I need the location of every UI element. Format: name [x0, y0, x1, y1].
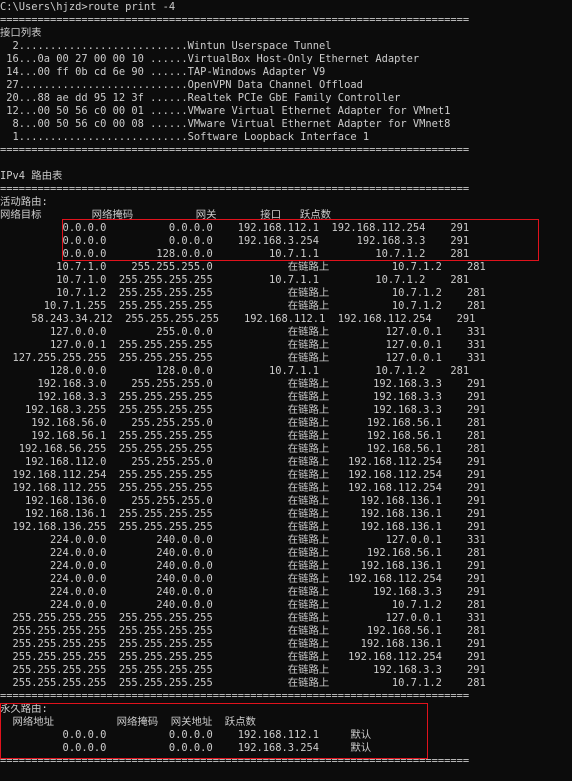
- active-routes-heading: 活动路由:: [0, 196, 48, 208]
- route-row: 192.168.3.3 255.255.255.255 在链路上 192.168…: [0, 391, 486, 403]
- route-row: 255.255.255.255 255.255.255.255 在链路上 192…: [0, 664, 486, 676]
- route-row: 127.0.0.0 255.0.0.0 在链路上 127.0.0.1 331: [0, 326, 486, 338]
- interface-entry: 27...........................OpenVPN Dat…: [0, 79, 363, 91]
- route-row: 192.168.3.255 255.255.255.255 在链路上 192.1…: [0, 404, 486, 416]
- route-row: 224.0.0.0 240.0.0.0 在链路上 192.168.56.1 28…: [0, 547, 486, 559]
- route-row: 0.0.0.0 128.0.0.0 10.7.1.1 10.7.1.2 281: [0, 248, 470, 260]
- interface-entry: 14...00 ff 0b cd 6e 90 ......TAP-Windows…: [0, 66, 326, 78]
- route-row: 255.255.255.255 255.255.255.255 在链路上 192…: [0, 651, 486, 663]
- route-row: 255.255.255.255 255.255.255.255 在链路上 192…: [0, 625, 486, 637]
- separator-line: ========================================…: [0, 183, 470, 195]
- route-row: 192.168.56.0 255.255.255.0 在链路上 192.168.…: [0, 417, 486, 429]
- route-row: 10.7.1.0 255.255.255.0 在链路上 10.7.1.2 281: [0, 261, 486, 273]
- route-row: 10.7.1.255 255.255.255.255 在链路上 10.7.1.2…: [0, 300, 486, 312]
- console-window[interactable]: C:\Users\hjzd>route print -4 ===========…: [0, 0, 572, 781]
- route-row: 127.0.0.1 255.255.255.255 在链路上 127.0.0.1…: [0, 339, 486, 351]
- interface-entry: 20...88 ae dd 95 12 3f ......Realtek PCI…: [0, 92, 401, 104]
- route-row: 255.255.255.255 255.255.255.255 在链路上 127…: [0, 612, 486, 624]
- route-row: 192.168.136.1 255.255.255.255 在链路上 192.1…: [0, 508, 486, 520]
- route-row: 192.168.112.255 255.255.255.255 在链路上 192…: [0, 482, 486, 494]
- interface-entry: 2...........................Wintun Users…: [0, 40, 332, 52]
- route-row: 10.7.1.0 255.255.255.255 10.7.1.1 10.7.1…: [0, 274, 470, 286]
- route-row: 58.243.34.212 255.255.255.255 192.168.11…: [0, 313, 476, 325]
- route-row: 128.0.0.0 128.0.0.0 10.7.1.1 10.7.1.2 28…: [0, 365, 470, 377]
- route-row: 192.168.136.0 255.255.255.0 在链路上 192.168…: [0, 495, 486, 507]
- separator-line: ========================================…: [0, 144, 470, 156]
- route-row: 127.255.255.255 255.255.255.255 在链路上 127…: [0, 352, 486, 364]
- route-row: 0.0.0.0 0.0.0.0 192.168.3.254 192.168.3.…: [0, 235, 470, 247]
- persistent-routes-column-headers: 网络地址 网络掩码 网关地址 跃点数: [0, 716, 256, 728]
- route-row: 192.168.136.255 255.255.255.255 在链路上 192…: [0, 521, 486, 533]
- ipv4-route-table-heading: IPv4 路由表: [0, 170, 63, 182]
- interface-entry: 1...........................Software Loo…: [0, 131, 370, 143]
- route-row: 10.7.1.2 255.255.255.255 在链路上 10.7.1.2 2…: [0, 287, 486, 299]
- route-row: 192.168.112.254 255.255.255.255 在链路上 192…: [0, 469, 486, 481]
- route-row: 192.168.112.0 255.255.255.0 在链路上 192.168…: [0, 456, 486, 468]
- separator-line: ========================================…: [0, 755, 470, 767]
- interface-entry: 12...00 50 56 c0 00 01 ......VMware Virt…: [0, 105, 451, 117]
- route-row: 224.0.0.0 240.0.0.0 在链路上 10.7.1.2 281: [0, 599, 486, 611]
- persistent-routes-heading: 永久路由:: [0, 703, 48, 715]
- route-row: 224.0.0.0 240.0.0.0 在链路上 127.0.0.1 331: [0, 534, 486, 546]
- interface-entry: 8...00 50 56 c0 00 08 ......VMware Virtu…: [0, 118, 451, 130]
- persistent-route-row: 0.0.0.0 0.0.0.0 192.168.112.1 默认: [0, 729, 372, 741]
- interface-entry: 16...0a 00 27 00 00 10 ......VirtualBox …: [0, 53, 420, 65]
- route-row: 255.255.255.255 255.255.255.255 在链路上 10.…: [0, 677, 486, 689]
- separator-line: ========================================…: [0, 690, 470, 702]
- interface-list-heading: 接口列表: [0, 27, 42, 39]
- route-row: 192.168.3.0 255.255.255.0 在链路上 192.168.3…: [0, 378, 486, 390]
- active-routes-column-headers: 网络目标 网络掩码 网关 接口 跃点数: [0, 209, 332, 221]
- command-line: C:\Users\hjzd>route print -4: [0, 1, 176, 13]
- route-row: 224.0.0.0 240.0.0.0 在链路上 192.168.112.254…: [0, 573, 486, 585]
- route-row: 255.255.255.255 255.255.255.255 在链路上 192…: [0, 638, 486, 650]
- route-row: 224.0.0.0 240.0.0.0 在链路上 192.168.3.3 291: [0, 586, 486, 598]
- route-row: 0.0.0.0 0.0.0.0 192.168.112.1 192.168.11…: [0, 222, 470, 234]
- persistent-route-row: 0.0.0.0 0.0.0.0 192.168.3.254 默认: [0, 742, 372, 754]
- route-row: 192.168.56.255 255.255.255.255 在链路上 192.…: [0, 443, 486, 455]
- route-row: 224.0.0.0 240.0.0.0 在链路上 192.168.136.1 2…: [0, 560, 486, 572]
- route-row: 192.168.56.1 255.255.255.255 在链路上 192.16…: [0, 430, 486, 442]
- separator-line: ========================================…: [0, 14, 470, 26]
